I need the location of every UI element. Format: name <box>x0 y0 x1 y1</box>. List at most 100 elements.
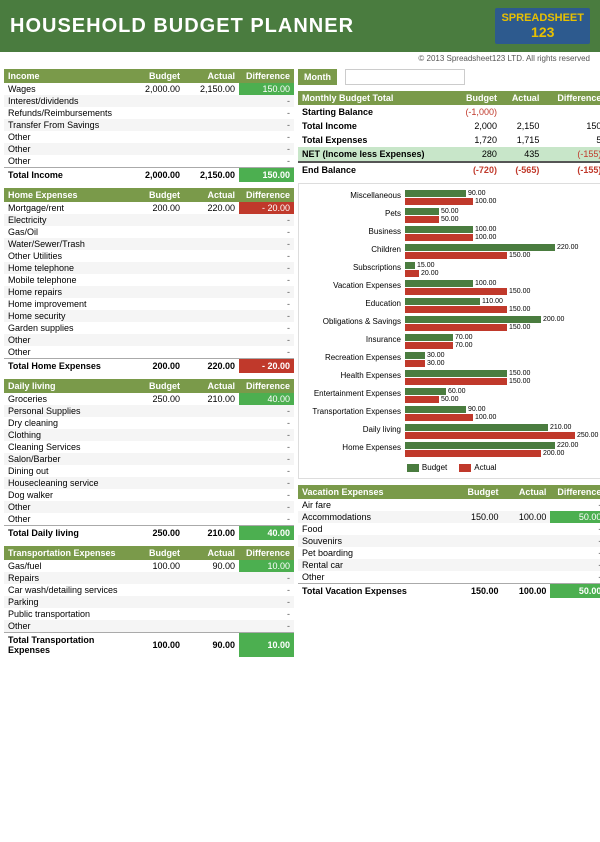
month-label: Month <box>298 69 337 85</box>
daily-living-table: Daily living Budget Actual Difference Gr… <box>4 379 294 540</box>
table-row: Public transportation- <box>4 608 294 620</box>
chart-row: Children220.00150.00 <box>305 244 598 259</box>
chart-bars: 220.00150.00 <box>405 244 598 259</box>
table-row: Home improvement- <box>4 298 294 310</box>
income-header: Income <box>4 69 129 83</box>
table-row: Other- <box>4 131 294 143</box>
budget-bar-value: 150.00 <box>509 370 530 377</box>
actual-bar <box>405 360 425 367</box>
chart-bars: 100.00150.00 <box>405 280 598 295</box>
actual-bar-value: 70.00 <box>455 342 473 349</box>
actual-bar-value: 150.00 <box>509 378 530 385</box>
legend-budget-box <box>407 464 419 472</box>
chart-bars: 110.00 150.00 <box>405 298 598 313</box>
chart-row: Entertainment Expenses60.0050.00 <box>305 388 598 403</box>
actual-bar-value: 150.00 <box>509 306 530 313</box>
chart-row: Obligations & Savings200.00150.00 <box>305 316 598 331</box>
actual-bar-value: 100.00 <box>475 414 496 421</box>
actual-bar-value: 150.00 <box>509 288 530 295</box>
budget-bar-value: 110.00 <box>482 298 503 305</box>
table-row: Accommodations150.00100.0050.00 <box>298 511 600 523</box>
chart-label: Children <box>305 244 405 254</box>
monthly-row: Total Expenses1,7201,7155 <box>298 133 600 147</box>
actual-bar <box>405 396 439 403</box>
budget-bar-value: 90.00 <box>468 406 486 413</box>
budget-bar-value: 90.00 <box>468 190 486 197</box>
logo: SPREADSHEET 123 <box>495 8 590 44</box>
actual-bar-value: 150.00 <box>509 324 530 331</box>
budget-bar <box>405 280 473 287</box>
actual-bar <box>405 414 473 421</box>
chart-row: Education110.00150.00 <box>305 298 598 313</box>
actual-bar-value: 250.00 <box>577 432 598 439</box>
income-table: Income Budget Actual Difference Wages2,0… <box>4 69 294 182</box>
chart-row: Insurance70.0070.00 <box>305 334 598 349</box>
actual-bar-value: 30.00 <box>427 360 445 367</box>
income-col-actual: Actual <box>184 69 239 83</box>
chart-label: Daily living <box>305 424 405 434</box>
budget-bar-value: 200.00 <box>543 316 564 323</box>
chart-legend: BudgetActual <box>305 463 598 472</box>
total-row: Total Income2,000.002,150.00150.00 <box>4 168 294 183</box>
budget-bar-value: 60.00 <box>448 388 466 395</box>
budget-bar <box>405 190 466 197</box>
transport-header: Transportation Expenses <box>4 546 129 560</box>
table-row: Other- <box>4 501 294 513</box>
table-row: Food- <box>298 523 600 535</box>
chart-bars: 50.0050.00 <box>405 208 598 223</box>
chart-bars: 220.00200.00 <box>405 442 598 457</box>
budget-bar <box>405 262 415 269</box>
actual-bar <box>405 234 473 241</box>
chart-row: Vacation Expenses100.00150.00 <box>305 280 598 295</box>
monthly-budget-table: Monthly Budget Total Budget Actual Diffe… <box>298 91 600 177</box>
table-row: Wages2,000.002,150.00150.00 <box>4 83 294 95</box>
budget-bar <box>405 352 425 359</box>
home-expenses-table: Home Expenses Budget Actual Difference M… <box>4 188 294 373</box>
transport-table: Transportation Expenses Budget Actual Di… <box>4 546 294 657</box>
total-row: Total Home Expenses200.00220.00- 20.00 <box>4 359 294 374</box>
monthly-row: NET (Income less Expenses)280435(-155) <box>298 147 600 162</box>
legend-actual-label: Actual <box>474 463 496 472</box>
budget-bar <box>405 316 541 323</box>
daily-header: Daily living <box>4 379 129 393</box>
month-section: Month <box>298 69 600 85</box>
table-row: Cleaning Services- <box>4 441 294 453</box>
table-row: Other- <box>4 346 294 359</box>
table-row: Housecleaning service- <box>4 477 294 489</box>
actual-bar-value: 100.00 <box>475 234 496 241</box>
table-row: Home telephone- <box>4 262 294 274</box>
chart-bars: 210.00250.00 <box>405 424 598 439</box>
table-row: Groceries250.00210.0040.00 <box>4 393 294 405</box>
chart-row: Subscriptions15.0020.00 <box>305 262 598 277</box>
chart-bars: 200.00 150.00 <box>405 316 598 331</box>
actual-bar <box>405 216 439 223</box>
budget-bar <box>405 298 480 305</box>
table-row: Transfer From Savings- <box>4 119 294 131</box>
table-row: Mobile telephone- <box>4 274 294 286</box>
chart-bars: 150.00150.00 <box>405 370 598 385</box>
table-row: Other- <box>4 513 294 526</box>
vacation-section: Vacation Expenses Budget Actual Differen… <box>298 485 600 598</box>
transport-section: Transportation Expenses Budget Actual Di… <box>4 546 294 657</box>
month-input[interactable] <box>345 69 465 85</box>
actual-bar <box>405 324 507 331</box>
table-row: Rental car- <box>298 559 600 571</box>
budget-bar <box>405 388 446 395</box>
budget-bar-value: 220.00 <box>557 244 578 251</box>
table-row: Other Utilities- <box>4 250 294 262</box>
actual-bar-value: 50.00 <box>441 396 459 403</box>
copyright: © 2013 Spreadsheet123 LTD. All rights re… <box>0 52 600 65</box>
chart-label: Business <box>305 226 405 236</box>
table-row: Mortgage/rent200.00220.00- 20.00 <box>4 202 294 214</box>
actual-bar <box>405 450 541 457</box>
actual-bar <box>405 378 507 385</box>
table-row: Home security- <box>4 310 294 322</box>
chart-row: Daily living210.00250.00 <box>305 424 598 439</box>
chart-row: Business100.00100.00 <box>305 226 598 241</box>
chart-label: Miscellaneous <box>305 190 405 200</box>
chart-label: Insurance <box>305 334 405 344</box>
chart-row: Miscellaneous90.00100.00 <box>305 190 598 205</box>
vacation-table: Vacation Expenses Budget Actual Differen… <box>298 485 600 598</box>
table-row: Salon/Barber- <box>4 453 294 465</box>
chart-label: Health Expenses <box>305 370 405 380</box>
